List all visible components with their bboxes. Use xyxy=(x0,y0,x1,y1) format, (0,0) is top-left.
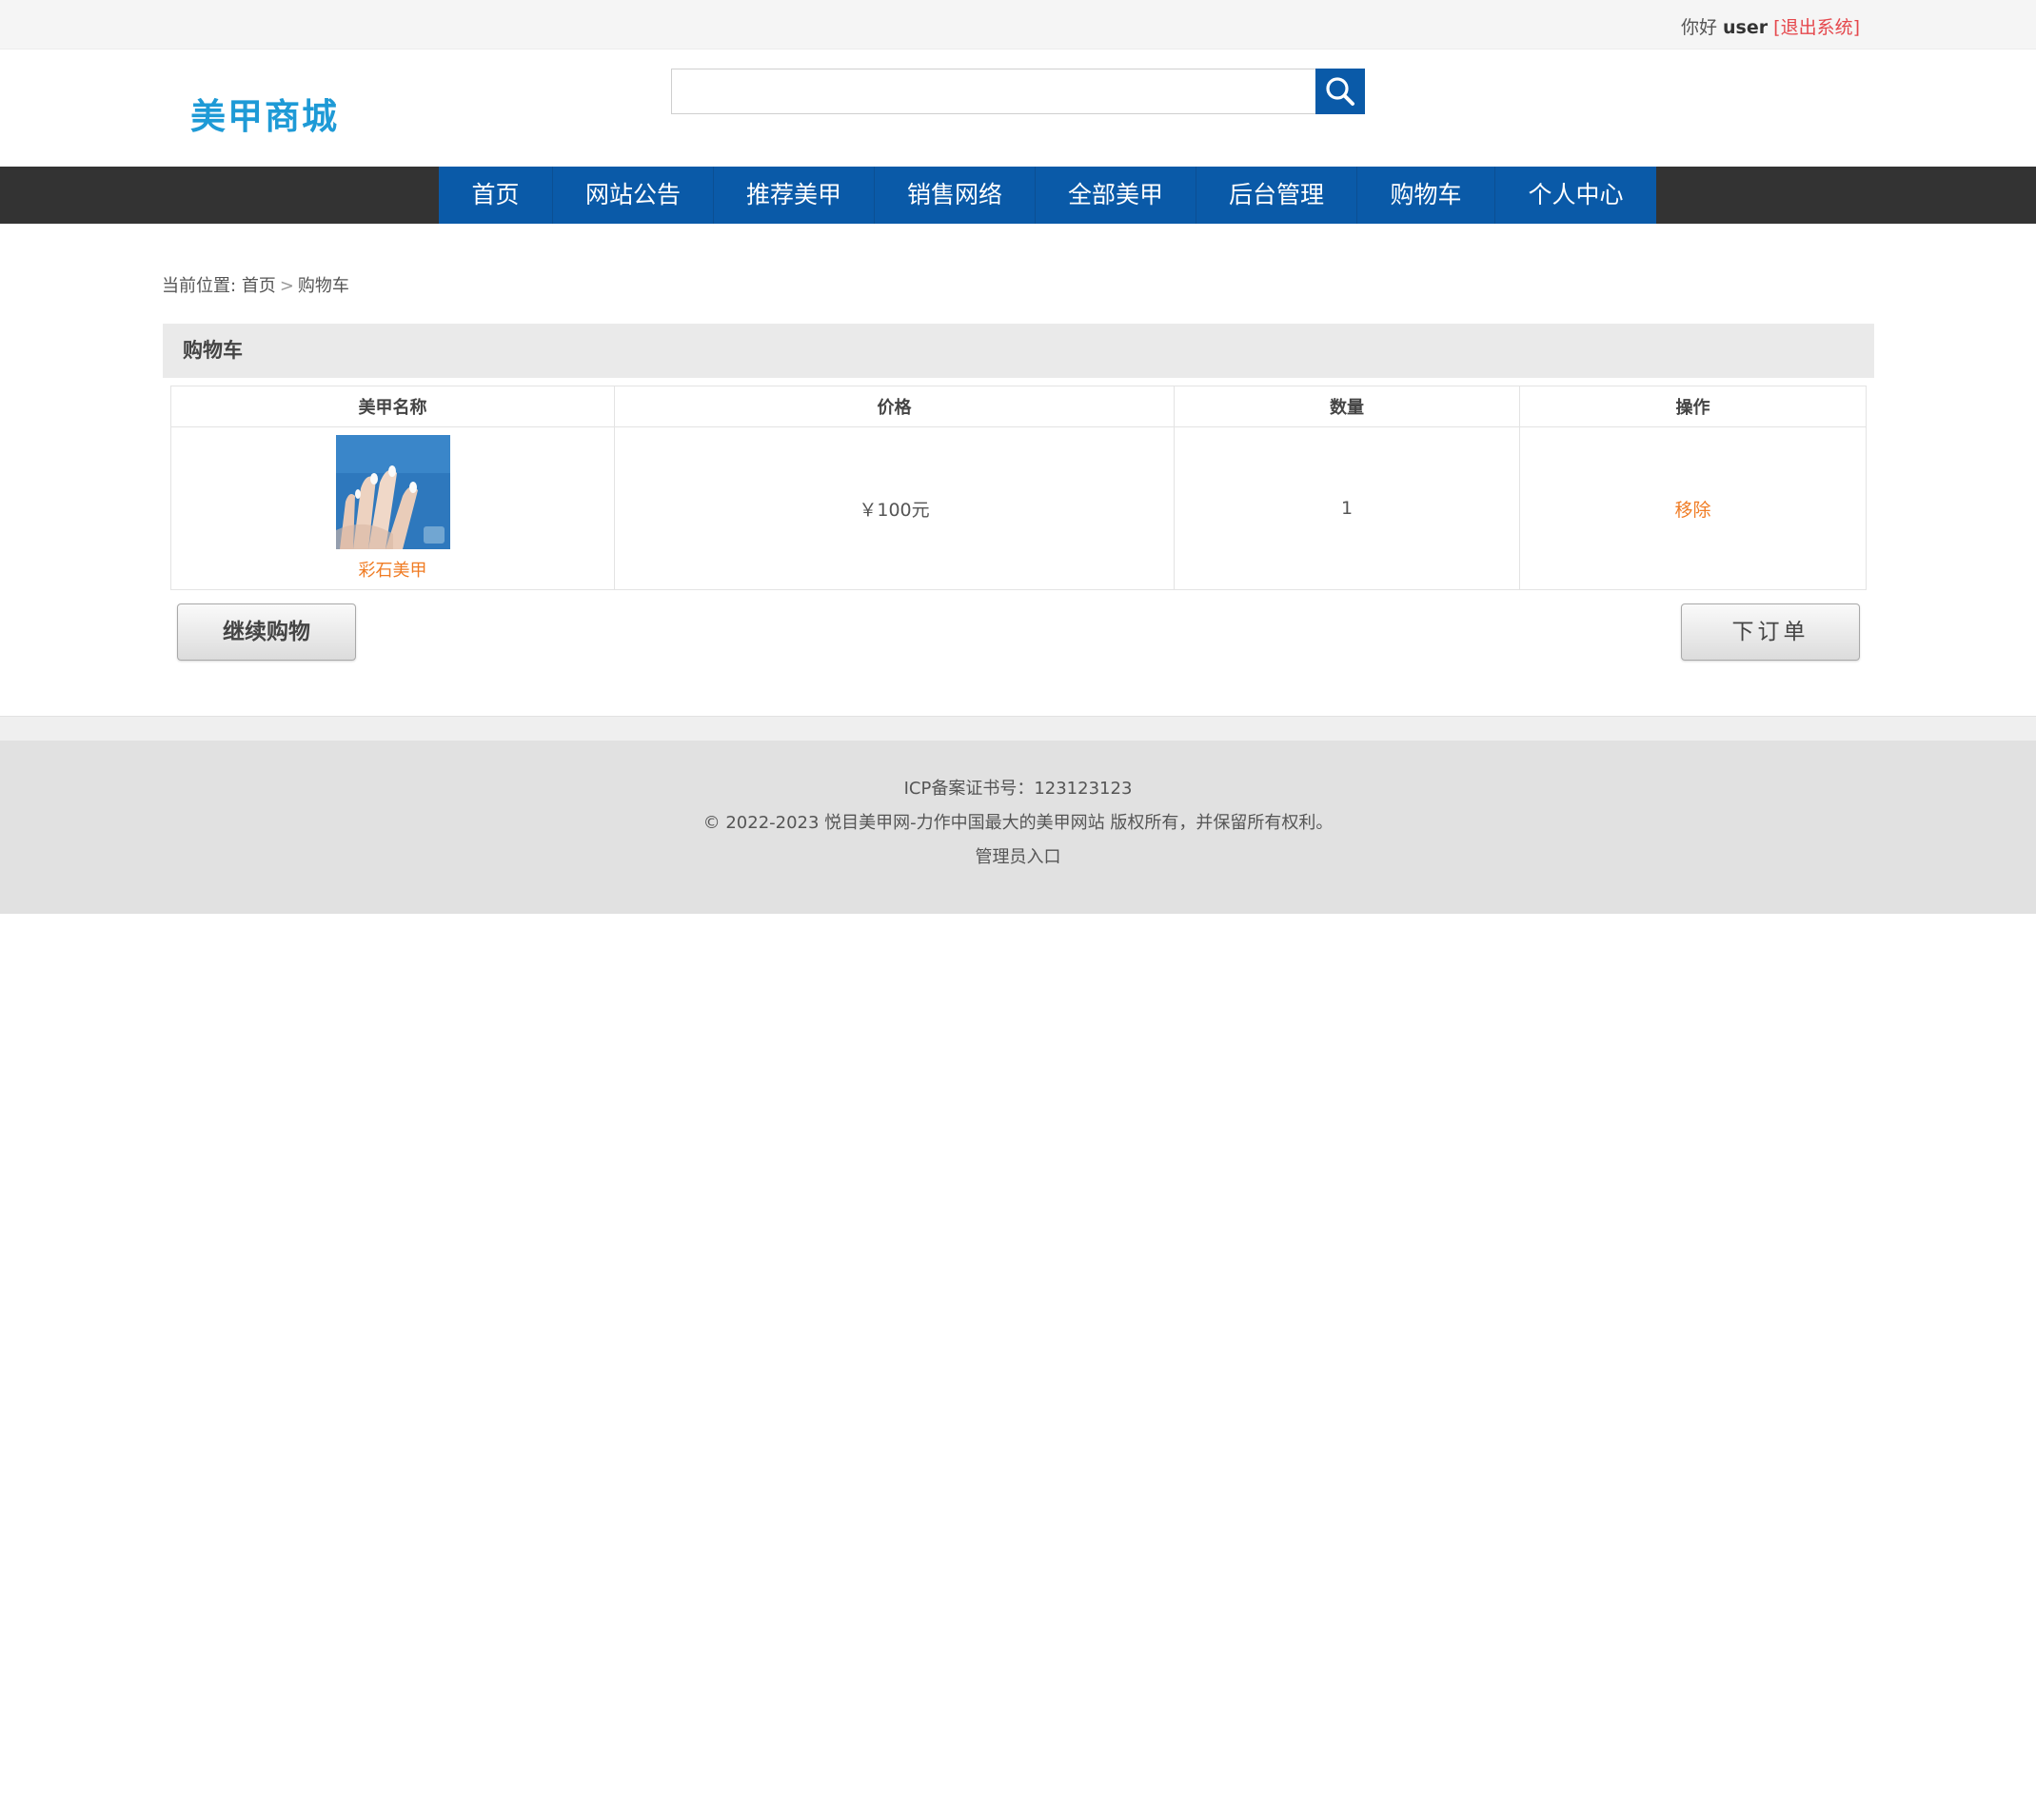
product-quantity: 1 xyxy=(1174,426,1520,590)
breadcrumb-separator: > xyxy=(279,276,294,296)
column-header-price: 价格 xyxy=(614,386,1175,427)
footer-divider xyxy=(0,716,2036,741)
product-cell: 彩石美甲 xyxy=(170,426,615,590)
nav-item-cart[interactable]: 购物车 xyxy=(1357,167,1495,224)
nav-item-home[interactable]: 首页 xyxy=(439,167,553,224)
nail-photo-image xyxy=(335,435,450,549)
cart-table-header-row: 美甲名称 价格 数量 操作 xyxy=(170,386,1867,427)
place-order-button[interactable]: 下订单 xyxy=(1681,603,1860,661)
cart-panel-title: 购物车 xyxy=(163,324,1874,378)
product-name-link[interactable]: 彩石美甲 xyxy=(171,557,614,582)
product-price: ￥100元 xyxy=(614,426,1175,590)
page-footer: ICP备案证书号：123123123 © 2022-2023 悦目美甲网-力作中… xyxy=(0,741,2036,914)
logout-link[interactable]: [退出系统] xyxy=(1773,17,1860,38)
remove-item-link[interactable]: 移除 xyxy=(1674,500,1710,521)
action-cell: 移除 xyxy=(1519,426,1867,590)
breadcrumb-home-link[interactable]: 首页 xyxy=(242,276,276,296)
greeting-text: 你好 xyxy=(1680,17,1717,38)
site-logo[interactable]: 美甲商城 xyxy=(190,88,339,139)
search-button[interactable] xyxy=(1315,69,1365,114)
main-nav: 首页 网站公告 推荐美甲 销售网络 全部美甲 后台管理 购物车 个人中心 xyxy=(439,167,1656,224)
column-header-quantity: 数量 xyxy=(1174,386,1520,427)
breadcrumb-prefix: 当前位置: xyxy=(162,276,237,296)
search-bar xyxy=(671,69,1365,114)
continue-shopping-button[interactable]: 继续购物 xyxy=(177,603,356,661)
search-icon xyxy=(1326,77,1354,106)
product-thumbnail[interactable] xyxy=(335,435,450,549)
nav-item-recommended[interactable]: 推荐美甲 xyxy=(714,167,875,224)
column-header-name: 美甲名称 xyxy=(170,386,615,427)
nav-item-profile[interactable]: 个人中心 xyxy=(1495,167,1656,224)
nav-item-all-nails[interactable]: 全部美甲 xyxy=(1036,167,1196,224)
copyright-notice: © 2022-2023 悦目美甲网-力作中国最大的美甲网站 版权所有，并保留所有… xyxy=(702,813,1334,833)
column-header-action: 操作 xyxy=(1519,386,1867,427)
nav-item-admin[interactable]: 后台管理 xyxy=(1196,167,1357,224)
top-bar: 你好 user [退出系统] xyxy=(0,0,2036,49)
admin-entry-link[interactable]: 管理员入口 xyxy=(0,843,2036,868)
breadcrumb-current: 购物车 xyxy=(297,276,349,296)
icp-license: ICP备案证书号：123123123 xyxy=(903,779,1133,799)
table-row: 彩石美甲 ￥100元 1 移除 xyxy=(170,426,1867,590)
nav-item-announcements[interactable]: 网站公告 xyxy=(553,167,714,224)
main-navbar: 首页 网站公告 推荐美甲 销售网络 全部美甲 后台管理 购物车 个人中心 xyxy=(0,167,2036,224)
nav-item-sales-network[interactable]: 销售网络 xyxy=(875,167,1036,224)
breadcrumb: 当前位置: 首页 > 购物车 xyxy=(162,272,349,297)
cart-table: 美甲名称 价格 数量 操作 彩石美甲 ￥100元 1 移除 xyxy=(170,386,1867,590)
user-greeting: 你好 user [退出系统] xyxy=(1681,13,1860,39)
username: user xyxy=(1723,17,1769,38)
search-input[interactable] xyxy=(671,69,1316,114)
